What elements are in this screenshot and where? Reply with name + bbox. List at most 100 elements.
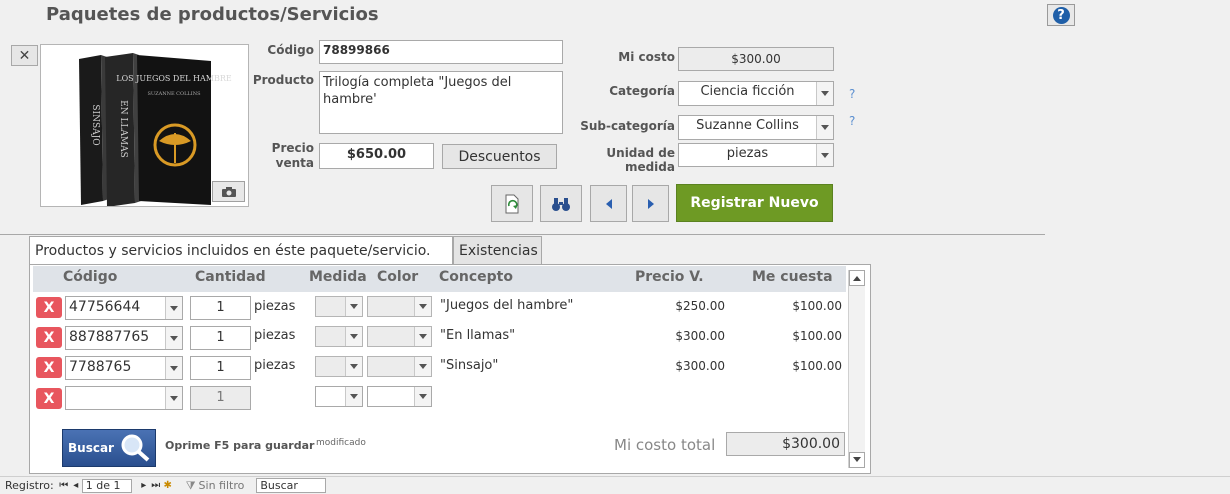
record-search-input[interactable]: Buscar [256,478,327,493]
row-color-select[interactable] [367,356,432,377]
delete-row-button[interactable]: X [36,327,62,348]
row-cantidad-input[interactable]: 1 [190,296,251,320]
chevron-down-icon[interactable] [165,297,182,319]
find-button[interactable] [540,185,582,222]
page-title: Paquetes de productos/Servicios [46,4,379,25]
row-concepto: "Juegos del hambre" [440,298,574,313]
col-precio: Precio V. [635,269,704,285]
save-hint: Oprime F5 para guardar [165,439,315,452]
row-cuesta: $100.00 [792,329,842,343]
row-concepto: "Sinsajo" [440,358,499,373]
row-cantidad-input[interactable]: 1 [190,326,251,350]
row-precio: $300.00 [675,359,725,373]
producto-input[interactable]: Trilogía completa "Juegos del hambre' [319,71,563,134]
registrar-nuevo-button[interactable]: Registrar Nuevo [676,184,833,222]
chevron-down-icon[interactable] [345,297,362,316]
chevron-down-icon[interactable] [816,144,833,166]
row-cuesta: $100.00 [792,359,842,373]
row-medida-select[interactable] [315,386,363,407]
row-codigo-select[interactable]: 47756644 [65,296,183,320]
mi-costo-field: $300.00 [678,47,834,71]
chevron-down-icon[interactable] [414,387,431,406]
row-codigo-select[interactable]: 7788765 [65,356,183,380]
row-precio: $300.00 [675,329,725,343]
categoria-help-icon[interactable]: ? [849,87,855,101]
binoculars-icon [552,197,570,211]
triangle-right-icon [647,198,654,209]
descuentos-button[interactable]: Descuentos [442,144,557,169]
tab-existencias[interactable]: Existencias [453,236,542,264]
chevron-down-icon[interactable] [414,297,431,316]
row-cantidad-input[interactable]: 1 [190,356,251,380]
camera-button[interactable] [212,181,245,202]
refresh-button[interactable] [491,185,533,222]
magnifier-icon [121,434,150,462]
help-button[interactable]: ? [1047,4,1075,26]
unidad-medida-select[interactable]: piezas [678,143,834,167]
row-cantidad-input[interactable]: 1 [190,386,251,410]
producto-label: Producto [252,73,314,87]
triangle-left-icon [605,198,612,209]
delete-row-button[interactable]: X [36,297,62,318]
chevron-down-icon[interactable] [345,327,362,346]
row-codigo-select[interactable]: 887887765 [65,326,183,350]
last-record-icon[interactable]: ⏭ [150,480,162,491]
book3-cover-title: LOS JUEGOS DEL HAMBRE [116,74,232,83]
delete-row-button[interactable]: X [36,388,62,409]
subcategoria-help-icon[interactable]: ? [849,114,855,128]
row-concepto: "En llamas" [440,328,516,343]
previous-button[interactable] [590,185,627,222]
row-codigo-select[interactable] [65,386,183,410]
total-field: $300.00 [726,432,845,456]
row-unidad: piezas [254,328,296,343]
precio-venta-label: Precio venta [271,141,314,170]
row-color-select[interactable] [367,296,432,317]
col-cuesta: Me cuesta [752,269,833,285]
first-record-icon[interactable]: ⏮ [58,480,70,491]
help-icon: ? [1052,6,1070,24]
record-position-input[interactable]: 1 de 1 [81,478,132,493]
next-record-icon[interactable]: ▸ [138,480,150,491]
row-medida-select[interactable] [315,326,363,347]
scroll-down-icon[interactable] [849,452,865,468]
camera-icon [221,186,236,197]
chevron-down-icon[interactable] [414,327,431,346]
prev-record-icon[interactable]: ◂ [70,480,82,491]
codigo-label: Código [267,43,314,57]
categoria-select[interactable]: Ciencia ficción [678,81,834,106]
precio-venta-input[interactable]: $650.00 [319,143,434,169]
chevron-down-icon[interactable] [345,357,362,376]
buscar-button[interactable]: Buscar [62,429,156,467]
new-record-icon[interactable]: ✱ [162,480,174,491]
unidad-medida-label: Unidad de medida [606,146,675,174]
row-color-select[interactable] [367,386,432,407]
subcategoria-select[interactable]: Suzanne Collins [678,115,834,140]
row-precio: $250.00 [675,299,725,313]
delete-row-button[interactable]: X [36,357,62,378]
chevron-down-icon[interactable] [816,82,833,105]
row-medida-select[interactable] [315,296,363,317]
row-cuesta: $100.00 [792,299,842,313]
filter-status[interactable]: Sin filtro [199,479,245,492]
codigo-input[interactable]: 78899866 [319,40,563,64]
chevron-down-icon[interactable] [165,327,182,349]
chevron-down-icon[interactable] [165,357,182,379]
row-color-select[interactable] [367,326,432,347]
chevron-down-icon[interactable] [345,387,362,406]
col-codigo: Código [63,269,118,285]
next-button[interactable] [632,185,669,222]
subcategoria-label: Sub-categoría [580,119,675,133]
tab-productos-incluidos[interactable]: Productos y servicios incluidos en éste … [29,236,453,264]
vertical-scrollbar[interactable] [848,270,865,468]
chevron-down-icon[interactable] [414,357,431,376]
row-unidad: piezas [254,358,296,373]
row-medida-select[interactable] [315,356,363,377]
scroll-up-icon[interactable] [849,270,865,286]
col-cantidad: Cantidad [195,269,266,285]
chevron-down-icon[interactable] [816,116,833,139]
row-unidad: piezas [254,299,296,314]
remove-image-button[interactable]: ✕ [11,45,38,66]
record-navigation-bar: Registro: ⏮ ◂ 1 de 1 ▸ ⏭ ✱ ⧩ Sin filtro … [0,476,1230,494]
filter-icon[interactable]: ⧩ [186,479,196,493]
chevron-down-icon[interactable] [165,387,182,409]
